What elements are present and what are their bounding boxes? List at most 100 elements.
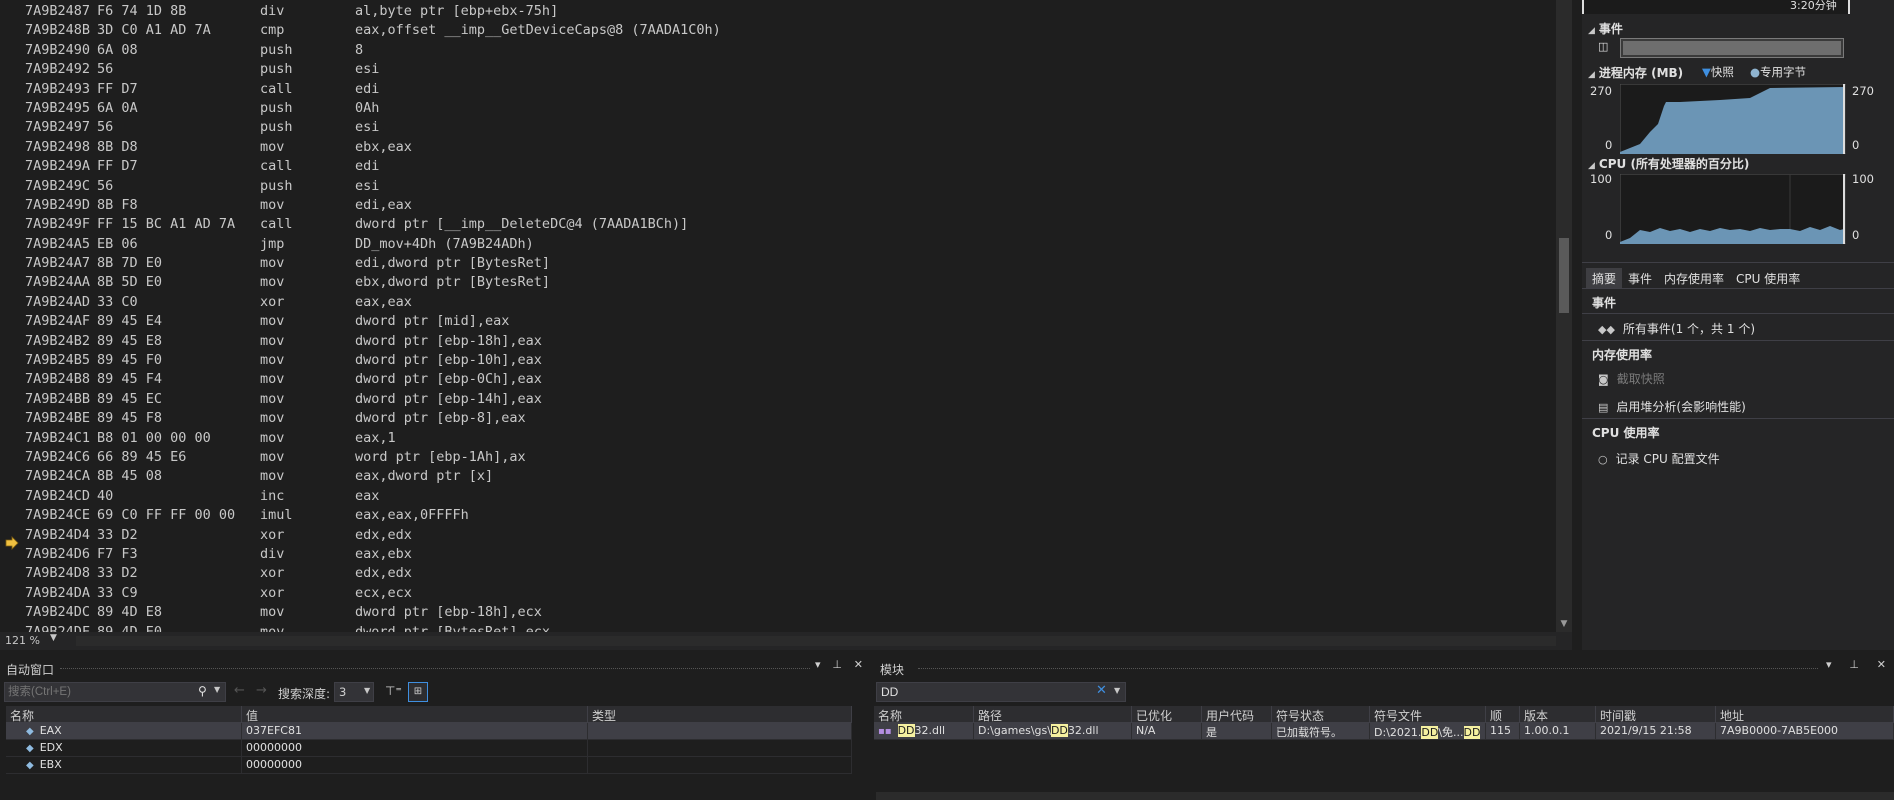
modules-horizontal-scrollbar[interactable]	[876, 792, 1894, 800]
column-header[interactable]: 名称	[6, 706, 242, 723]
title-grip[interactable]	[60, 668, 810, 671]
variable-value[interactable]: 00000000	[242, 740, 588, 756]
cpu-section-title[interactable]: ◢ CPU (所有处理器的百分比)	[1588, 155, 1749, 172]
vertical-scrollbar[interactable]	[1556, 0, 1572, 632]
back-arrow-icon[interactable]: ←	[234, 683, 245, 698]
column-header-address[interactable]: 地址	[1716, 706, 1894, 722]
filter-icon[interactable]: ⊤⁼	[385, 684, 402, 698]
tab-cpu-usage[interactable]: CPU 使用率	[1730, 268, 1806, 288]
disassembly-line[interactable]: 7A9B24B2 89 45 E8 mov dword ptr [ebp-18h],e…	[25, 332, 1545, 351]
circle-icon: ●	[1750, 65, 1761, 79]
table-row[interactable]: ◆ EBX 00000000	[6, 757, 852, 774]
collapse-icon[interactable]: ◢	[1588, 70, 1595, 80]
zoom-level[interactable]: 121 %	[5, 634, 40, 647]
process-memory-title[interactable]: ◢ 进程内存 (MB)	[1588, 64, 1683, 81]
disassembly-line[interactable]: 7A9B2487 F6 74 1D 8B div al,byte ptr [ebp+e…	[25, 2, 1545, 21]
column-header-user-code[interactable]: 用户代码	[1202, 706, 1272, 722]
disassembly-line[interactable]: 7A9B2490 6A 08 push 8	[25, 41, 1545, 60]
zoom-dropdown-icon[interactable]: ▼	[50, 633, 57, 643]
autos-search-input[interactable]	[4, 682, 226, 702]
column-header-symbol-status[interactable]: 符号状态	[1272, 706, 1370, 722]
disassembly-line[interactable]: 7A9B24C6 66 89 45 E6 mov word ptr [ebp-1Ah]…	[25, 448, 1545, 467]
column-header-version[interactable]: 版本	[1520, 706, 1596, 722]
disassembly-line[interactable]: 7A9B24BB 89 45 EC mov dword ptr [ebp-14h],e…	[25, 390, 1545, 409]
take-snapshot-button[interactable]: ◙ 截取快照	[1598, 370, 1665, 387]
close-icon[interactable]: ✕	[854, 658, 863, 671]
cpu-usage-chart[interactable]	[1620, 174, 1846, 244]
tab-events[interactable]: 事件	[1622, 268, 1658, 288]
modules-filter-input[interactable]	[876, 682, 1126, 702]
table-row[interactable]: ◆ EDX 00000000	[6, 740, 852, 757]
column-header-optimized[interactable]: 已优化	[1132, 706, 1202, 722]
all-events-link[interactable]: ◆◆ 所有事件(1 个，共 1 个)	[1598, 320, 1755, 337]
column-header-path[interactable]: 路径	[974, 706, 1132, 722]
disassembly-line[interactable]: 7A9B249C 56 push esi	[25, 177, 1545, 196]
disassembly-line[interactable]: 7A9B24B5 89 45 F0 mov dword ptr [ebp-10h],e…	[25, 351, 1545, 370]
search-icon[interactable]: ⚲	[198, 684, 207, 698]
search-options-dropdown-icon[interactable]: ▼	[214, 685, 220, 694]
scroll-down-icon[interactable]: ▼	[1556, 616, 1572, 632]
clear-filter-icon[interactable]: ✕	[1096, 683, 1107, 698]
disassembly-line[interactable]: 7A9B249F FF 15 BC A1 AD 7A call dword ptr […	[25, 215, 1545, 234]
close-icon[interactable]: ✕	[1877, 658, 1886, 671]
record-cpu-profile-button[interactable]: ○ 记录 CPU 配置文件	[1598, 450, 1720, 467]
disassembly-pane[interactable]: 7A9B2487 F6 74 1D 8B div al,byte ptr [ebp+e…	[0, 0, 1572, 632]
disassembly-line[interactable]: 7A9B24C1 B8 01 00 00 00 mov eax,1	[25, 429, 1545, 448]
variable-value[interactable]: 037EFC81	[242, 723, 588, 739]
column-header[interactable]: 值	[242, 706, 588, 723]
tab-memory-usage[interactable]: 内存使用率	[1658, 268, 1730, 288]
process-memory-chart[interactable]	[1620, 84, 1846, 154]
disassembly-line[interactable]: 7A9B249A FF D7 call edi	[25, 157, 1545, 176]
disassembly-line[interactable]: 7A9B24D8 33 D2 xor edx,edx	[25, 564, 1545, 583]
disassembly-line[interactable]: 7A9B24CA 8B 45 08 mov eax,dword ptr [x]	[25, 467, 1545, 486]
pin-icon[interactable]: ⊥	[1849, 658, 1859, 671]
table-row[interactable]: ◆ EAX 037EFC81	[6, 723, 852, 740]
title-grip[interactable]	[918, 668, 1818, 671]
forward-arrow-icon[interactable]: →	[256, 683, 267, 698]
disassembly-line[interactable]: 7A9B24D6 F7 F3 div eax,ebx	[25, 545, 1545, 564]
column-header-timestamp[interactable]: 时间戳	[1596, 706, 1716, 722]
disassembly-line[interactable]: 7A9B24AD 33 C0 xor eax,eax	[25, 293, 1545, 312]
disassembly-line[interactable]: 7A9B248B 3D C0 A1 AD 7A cmp eax,offset __im…	[25, 21, 1545, 40]
disassembly-line[interactable]: 7A9B2495 6A 0A push 0Ah	[25, 99, 1545, 118]
tab-summary[interactable]: 摘要	[1586, 268, 1623, 288]
disassembly-line[interactable]: 7A9B2498 8B D8 mov ebx,eax	[25, 138, 1545, 157]
hex-display-toggle[interactable]: ⊞	[408, 682, 428, 702]
column-header-name[interactable]: 名称	[874, 706, 974, 722]
disassembly-line[interactable]: 7A9B24DA 33 C9 xor ecx,ecx	[25, 584, 1545, 603]
disassembly-line[interactable]: 7A9B24CE 69 C0 FF FF 00 00 imul eax,eax,0FF…	[25, 506, 1545, 525]
filter-dropdown-icon[interactable]: ▼	[1114, 686, 1120, 695]
disassembly-line[interactable]: 7A9B24CD 40 inc eax	[25, 487, 1545, 506]
column-header-order[interactable]: 顺	[1486, 706, 1520, 722]
disassembly-line[interactable]: 7A9B24AA 8B 5D E0 mov ebx,dword ptr [BytesR…	[25, 273, 1545, 292]
disassembly-line[interactable]: 7A9B24A7 8B 7D E0 mov edi,dword ptr [BytesR…	[25, 254, 1545, 273]
register-icon: ◆	[26, 760, 34, 771]
instruction-address: 7A9B2492	[25, 61, 91, 78]
collapse-icon[interactable]: ◢	[1588, 26, 1595, 36]
window-dropdown-icon[interactable]: ▾	[815, 658, 821, 671]
disassembly-line[interactable]: 7A9B2492 56 push esi	[25, 60, 1545, 79]
chevron-down-icon[interactable]: ▼	[364, 686, 370, 695]
disassembly-line[interactable]: 7A9B24D4 33 D2 xor edx,edx	[25, 526, 1545, 545]
disassembly-line[interactable]: 7A9B2493 FF D7 call edi	[25, 80, 1545, 99]
vertical-scrollbar-thumb[interactable]	[1559, 238, 1569, 313]
disassembly-line[interactable]: 7A9B24AF 89 45 E4 mov dword ptr [mid],eax	[25, 312, 1545, 331]
window-dropdown-icon[interactable]: ▾	[1826, 658, 1832, 671]
events-section-title[interactable]: ◢ 事件	[1588, 20, 1623, 37]
disassembly-lines[interactable]: 7A9B2487 F6 74 1D 8B div al,byte ptr [ebp+e…	[25, 2, 1545, 632]
collapse-icon[interactable]: ◢	[1588, 161, 1595, 171]
variable-value[interactable]: 00000000	[242, 757, 588, 773]
column-header[interactable]: 类型	[588, 706, 852, 723]
disassembly-line[interactable]: 7A9B24DC 89 4D E8 mov dword ptr [ebp-18h],e…	[25, 603, 1545, 622]
table-row[interactable]: ▪▪ DD32.dll D:\games\gs\DD32.dll N/A 是已加载符号。…	[874, 723, 1894, 740]
enable-heap-analysis-button[interactable]: ▤ 启用堆分析(会影响性能)	[1598, 398, 1746, 415]
disassembly-line[interactable]: 7A9B249D 8B F8 mov edi,eax	[25, 196, 1545, 215]
pin-icon[interactable]: ⊥	[832, 658, 842, 671]
disassembly-line[interactable]: 7A9B24B8 89 45 F4 mov dword ptr [ebp-0Ch],e…	[25, 370, 1545, 389]
disassembly-line[interactable]: 7A9B24A5 EB 06 jmp DD_mov+4Dh (7A9B24ADh)	[25, 235, 1545, 254]
disassembly-line[interactable]: 7A9B2497 56 push esi	[25, 118, 1545, 137]
disassembly-line[interactable]: 7A9B24DF 89 4D E0 mov dword ptr [BytesRet],…	[25, 623, 1545, 633]
horizontal-scrollbar[interactable]	[76, 636, 1556, 646]
disassembly-line[interactable]: 7A9B24BE 89 45 F8 mov dword ptr [ebp-8],eax	[25, 409, 1545, 428]
column-header-symbol-file[interactable]: 符号文件	[1370, 706, 1486, 722]
